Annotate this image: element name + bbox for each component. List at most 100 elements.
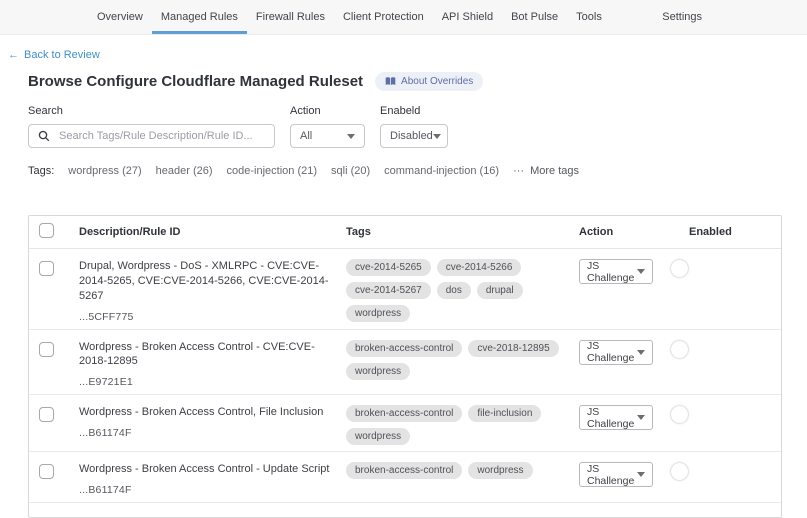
tag-filter-link[interactable]: wordpress (27) [68, 165, 141, 177]
rule-description: Wordpress - Broken Access Control, File … [79, 405, 338, 420]
more-tags-link[interactable]: ··· More tags [513, 165, 579, 177]
rule-action-select[interactable]: JS Challenge [579, 259, 653, 284]
tag-pill[interactable]: wordpress [346, 363, 410, 380]
back-arrow-icon: ← [8, 49, 19, 61]
chevron-down-icon [347, 134, 355, 139]
rule-action-value: JS Challenge [587, 340, 637, 364]
search-filter: Search [28, 105, 275, 148]
enabled-filter: Enabeld Disabled [380, 105, 448, 148]
chevron-down-icon [637, 415, 645, 420]
rule-id: ...B61174F [79, 427, 338, 439]
chevron-down-icon [637, 350, 645, 355]
table-row: Wordpress - Broken Access Control - Upda… [29, 452, 781, 503]
tag-pill[interactable]: file-inclusion [468, 405, 541, 422]
enabled-select[interactable]: Disabled [380, 124, 448, 148]
tab-managed-rules[interactable]: Managed Rules [152, 0, 247, 34]
tags-bar-label: Tags: [28, 165, 54, 177]
select-all-checkbox[interactable] [39, 223, 54, 238]
tag-pill[interactable]: wordpress [468, 462, 532, 479]
header-description: Description/Rule ID [79, 226, 346, 238]
ellipsis-icon: ··· [513, 165, 524, 177]
enabled-label: Enabeld [380, 105, 448, 117]
chevron-down-icon [637, 472, 645, 477]
main-content: Browse Configure Cloudflare Managed Rule… [0, 72, 807, 518]
tag-pill[interactable]: wordpress [346, 428, 410, 445]
rule-id: ...5CFF775 [79, 311, 338, 323]
tag-pill[interactable]: cve-2014-5265 [346, 259, 431, 276]
tab-overview[interactable]: Overview [88, 0, 152, 34]
rule-id: ...E9721E1 [79, 376, 338, 388]
tag-pill[interactable]: broken-access-control [346, 405, 462, 422]
about-overrides-label: About Overrides [401, 76, 473, 87]
row-checkbox[interactable] [39, 407, 54, 422]
tag-pill[interactable]: cve-2014-5266 [437, 259, 522, 276]
row-checkbox[interactable] [39, 464, 54, 479]
rule-tags: broken-access-control cve-2018-12895 wordp… [346, 340, 571, 380]
filters-row: Search Action All Enabeld Disabled [28, 105, 782, 148]
tab-tools[interactable]: Tools [567, 0, 611, 34]
action-select[interactable]: All [290, 124, 365, 148]
tag-pill[interactable]: cve-2014-5267 [346, 282, 431, 299]
rule-id: ...B61174F [79, 484, 338, 496]
tag-filter-link[interactable]: sqli (20) [331, 165, 370, 177]
search-label: Search [28, 105, 275, 117]
tag-pill[interactable]: broken-access-control [346, 340, 462, 357]
rule-action-select[interactable]: JS Challenge [579, 462, 653, 487]
tag-filter-link[interactable]: command-injection (16) [384, 165, 499, 177]
header-action: Action [579, 226, 689, 238]
action-filter: Action All [290, 105, 365, 148]
row-checkbox[interactable] [39, 342, 54, 357]
rule-tags: broken-access-control file-inclusion wordp… [346, 405, 571, 445]
search-icon [38, 130, 50, 142]
toggle-knob [671, 341, 688, 358]
rule-action-value: JS Challenge [587, 406, 637, 430]
tag-filter-link[interactable]: header (26) [156, 165, 213, 177]
rule-description: Wordpress - Broken Access Control - CVE:… [79, 340, 338, 370]
row-checkbox[interactable] [39, 261, 54, 276]
search-input[interactable] [57, 129, 265, 143]
tags-quick-filter-bar: Tags: wordpress (27) header (26) code-inje… [28, 165, 782, 177]
rules-table: Description/Rule ID Tags Action Enabled … [28, 215, 782, 518]
table-body: Drupal, Wordpress - DoS - XMLRPC - CVE:C… [29, 249, 781, 503]
tab-bot-pulse[interactable]: Bot Pulse [502, 0, 567, 34]
table-row: Wordpress - Broken Access Control - CVE:… [29, 330, 781, 396]
tab-settings[interactable]: Settings [653, 0, 711, 34]
chevron-down-icon [637, 269, 645, 274]
enabled-select-value: Disabled [390, 130, 433, 142]
page-title: Browse Configure Cloudflare Managed Rule… [28, 73, 363, 90]
rule-action-value: JS Challenge [587, 463, 637, 487]
toggle-knob [671, 260, 688, 277]
tag-pill[interactable]: cve-2018-12895 [468, 340, 558, 357]
tag-pill[interactable]: wordpress [346, 305, 410, 322]
book-icon [385, 76, 396, 87]
title-row: Browse Configure Cloudflare Managed Rule… [28, 72, 782, 91]
header-tags: Tags [346, 226, 579, 238]
rule-description: Wordpress - Broken Access Control - Upda… [79, 462, 338, 477]
rule-action-select[interactable]: JS Challenge [579, 340, 653, 365]
tag-links: wordpress (27) header (26) code-injection … [68, 165, 499, 177]
tag-filter-link[interactable]: code-injection (21) [227, 165, 318, 177]
about-overrides-badge[interactable]: About Overrides [375, 72, 483, 91]
rule-action-value: JS Challenge [587, 260, 637, 284]
tag-pill[interactable]: broken-access-control [346, 462, 462, 479]
tab-client-protection[interactable]: Client Protection [334, 0, 433, 34]
action-select-value: All [300, 130, 312, 142]
tab-firewall-rules[interactable]: Firewall Rules [247, 0, 334, 34]
rule-action-select[interactable]: JS Challenge [579, 405, 653, 430]
back-to-review-link[interactable]: ← Back to Review [8, 49, 100, 61]
tab-api-shield[interactable]: API Shield [433, 0, 502, 34]
tag-pill[interactable]: dos [437, 282, 471, 299]
header-enabled: Enabled [689, 226, 781, 238]
table-row: Drupal, Wordpress - DoS - XMLRPC - CVE:C… [29, 249, 781, 330]
search-box [28, 124, 275, 148]
chevron-down-icon [433, 134, 441, 139]
table-row: Wordpress - Broken Access Control, File … [29, 395, 781, 452]
top-tab-bar: OverviewManaged RulesFirewall RulesClien… [0, 0, 807, 35]
action-label: Action [290, 105, 365, 117]
back-link-label: Back to Review [24, 49, 100, 61]
tag-pill[interactable]: drupal [477, 282, 523, 299]
rule-tags: broken-access-control wordpress [346, 462, 571, 479]
table-header-row: Description/Rule ID Tags Action Enabled [29, 216, 781, 249]
rule-tags: cve-2014-5265 cve-2014-5266 cve-2014-5267 d… [346, 259, 571, 322]
next-row-partial [29, 503, 781, 517]
